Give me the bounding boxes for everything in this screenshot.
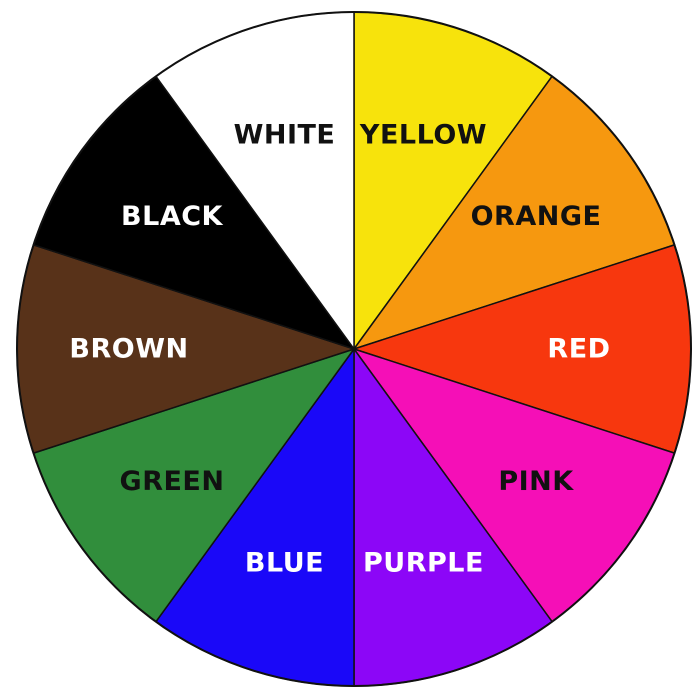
segment-label-blue: BLUE [245, 548, 324, 579]
segment-label-brown: BROWN [69, 334, 188, 365]
segment-label-green: GREEN [120, 466, 225, 497]
segment-label-orange: ORANGE [471, 201, 602, 232]
segment-label-pink: PINK [498, 466, 574, 497]
segment-label-red: RED [547, 334, 610, 365]
color-wheel: YELLOW ORANGE RED PINK PURPLE BLUE GREEN BROWN B… [16, 11, 692, 687]
color-wheel-diagram: YELLOW ORANGE RED PINK PURPLE BLUE GREEN BROWN B… [0, 0, 700, 700]
segment-label-black: BLACK [121, 201, 223, 232]
segment-label-purple: PURPLE [363, 548, 484, 579]
segment-label-white: WHITE [234, 120, 336, 151]
segment-label-yellow: YELLOW [359, 120, 487, 151]
